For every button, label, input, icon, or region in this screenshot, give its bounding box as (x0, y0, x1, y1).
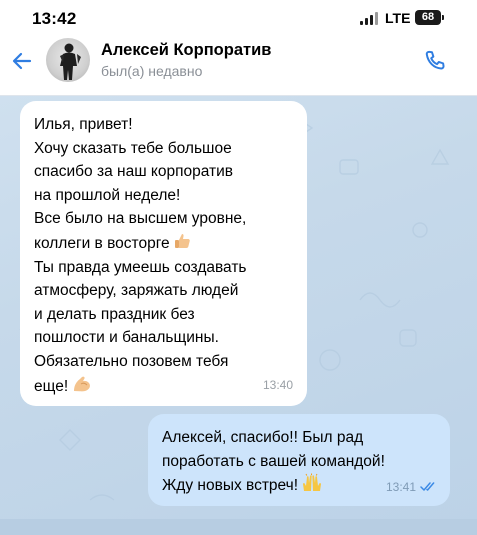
battery-tip (442, 15, 444, 20)
message-line-with-emoji: еще! (34, 374, 247, 399)
flexed-biceps-icon (74, 376, 91, 391)
message-line: Алексей, спасибо!! Был рад (162, 429, 364, 446)
incoming-message-text: Илья, привет! Хочу сказать тебе большое … (34, 113, 247, 398)
double-check-read-icon (420, 482, 435, 491)
back-button[interactable] (8, 47, 36, 75)
battery-icon: 68 (415, 10, 441, 25)
message-line: атмосферу, заряжать людей (34, 282, 239, 300)
message-line: Все было на высшем уровне, (34, 210, 247, 228)
chat-header: 13:42 LTE 68 Алексей Корпоратив был(а) н… (0, 0, 477, 96)
message-line: Ты правда умеешь создавать (34, 258, 247, 276)
outgoing-message-bubble[interactable]: Алексей, спасибо!! Был рад поработать с … (148, 414, 450, 506)
thumbs-up-icon (174, 233, 190, 248)
cellular-signal-icon (360, 12, 378, 25)
message-line: и делать праздник без (34, 305, 195, 323)
person-silhouette-icon (60, 43, 81, 80)
message-line-with-emoji: Жду новых встреч! (162, 473, 385, 498)
raising-hands-icon (303, 473, 322, 492)
message-line: поработать с вашей командой! (162, 452, 385, 470)
contact-last-seen: был(а) недавно (101, 63, 203, 79)
incoming-message-bubble[interactable]: Илья, привет! Хочу сказать тебе большое … (20, 101, 307, 406)
message-line: пошлости и банальщины. (34, 329, 219, 347)
message-line: Илья, привет! (34, 116, 133, 133)
message-line: Жду новых встреч! (162, 477, 299, 495)
network-type: LTE (385, 10, 411, 26)
message-time: 13:41 (385, 480, 416, 494)
call-button[interactable] (420, 46, 450, 76)
message-line: еще! (34, 377, 69, 395)
message-meta: 13:41 (386, 480, 438, 494)
message-line: на прошлой неделе! (34, 186, 181, 204)
back-arrow-icon (12, 52, 32, 70)
message-time: 13:40 (262, 378, 293, 392)
contact-name[interactable]: Алексей Корпоратив (101, 41, 271, 60)
message-line: Обязательно позовем тебя (34, 352, 229, 370)
avatar[interactable] (46, 38, 90, 82)
message-line: коллеги в восторге (34, 234, 170, 252)
message-line: спасибо за наш корпоратив (34, 163, 234, 181)
message-line-with-emoji: коллеги в восторге (34, 231, 247, 256)
message-line: Хочу сказать тебе большое (34, 139, 232, 157)
chat-bottom-edge (0, 519, 477, 535)
status-bar-time: 13:42 (32, 9, 77, 28)
phone-icon (425, 50, 445, 70)
outgoing-message-text: Алексей, спасибо!! Был рад поработать с … (162, 426, 385, 498)
